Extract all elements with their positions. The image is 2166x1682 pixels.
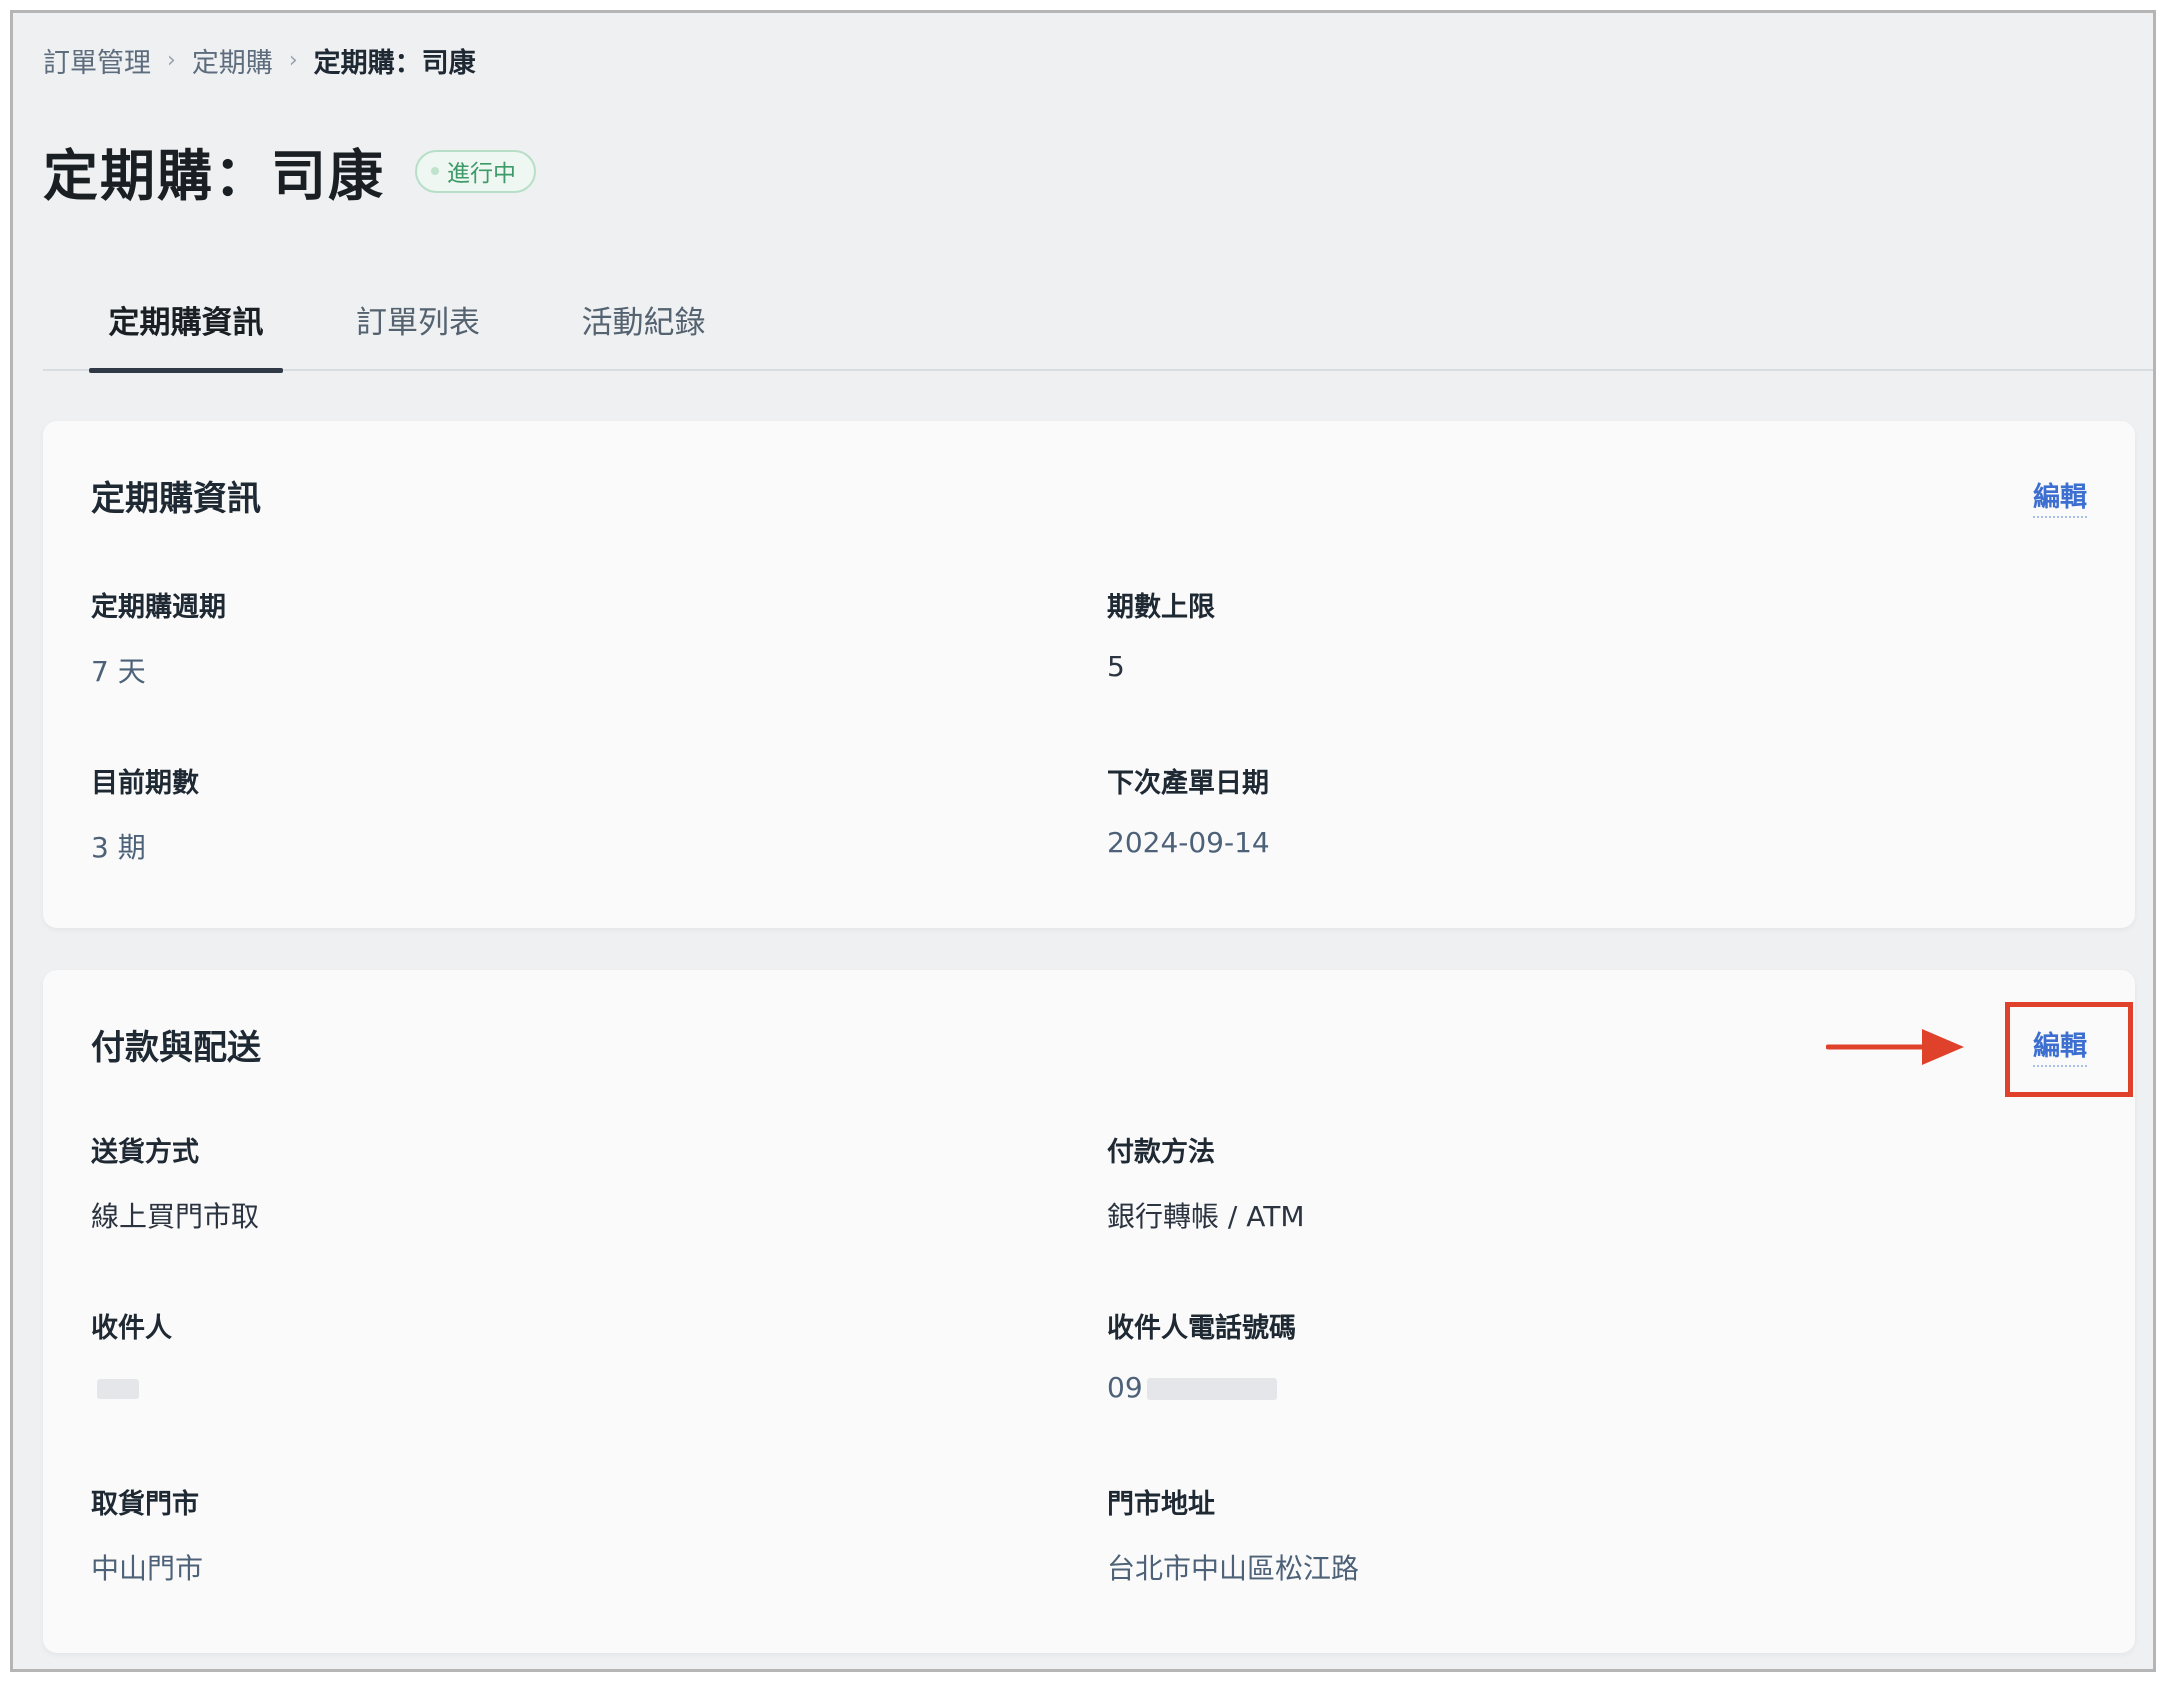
annotation-highlight-box: [2005, 1002, 2133, 1097]
field-value: 中山門市: [91, 1552, 204, 1585]
breadcrumb-item-subscriptions[interactable]: 定期購: [192, 41, 273, 80]
page-title: 定期購：司康: [43, 144, 386, 208]
field-store-address: 門市地址 台北市中山區松江路: [1107, 1482, 1359, 1587]
redacted-block: [97, 1379, 139, 1399]
status-badge-label: 進行中: [447, 161, 517, 187]
tab-bar: 定期購資訊 訂單列表 活動紀錄: [43, 268, 2153, 373]
card-title: 付款與配送: [91, 1028, 261, 1068]
chevron-right-icon: ›: [167, 48, 176, 73]
field-value: 09: [1107, 1371, 1296, 1404]
tab-activity-log[interactable]: 活動紀錄: [576, 268, 711, 371]
field-label: 取貨門市: [91, 1489, 199, 1520]
field-cycle: 定期購週期 7 天: [91, 585, 226, 690]
field-value: 2024-09-14: [1107, 826, 1270, 859]
breadcrumb-item-orders[interactable]: 訂單管理: [43, 41, 151, 80]
field-value: 3 期: [91, 831, 146, 864]
field-shipping-method: 送貨方式 線上買門市取: [91, 1130, 259, 1235]
chevron-right-icon: ›: [288, 48, 298, 73]
subscription-info-card: 定期購資訊 編輯 定期購週期 7 天 期數上限 5 目前期數 3 期 下次產單日…: [43, 421, 2135, 928]
field-current-period: 目前期數 3 期: [91, 761, 199, 866]
field-recipient: 收件人: [91, 1306, 172, 1404]
payment-shipping-card: 付款與配送 編輯 送貨方式 線上買門市取 付款方法 銀行轉帳 / ATM 收件人…: [43, 970, 2135, 1653]
field-next-order-date: 下次產單日期 2024-09-14: [1107, 761, 1270, 859]
app-window: 訂單管理 › 定期購 › 定期購：司康 定期購：司康 進行中 定期購資訊 訂單列…: [10, 10, 2156, 1672]
tab-order-list[interactable]: 訂單列表: [348, 268, 488, 371]
phone-prefix: 09: [1107, 1371, 1143, 1404]
status-badge: 進行中: [415, 149, 537, 193]
field-value: 線上買門市取: [91, 1200, 260, 1233]
field-pickup-store: 取貨門市 中山門市: [91, 1482, 203, 1587]
breadcrumb-item-current: 定期購：司康: [313, 48, 476, 79]
field-label: 送貨方式: [91, 1137, 199, 1168]
field-payment-method: 付款方法 銀行轉帳 / ATM: [1107, 1130, 1304, 1235]
field-label: 收件人電話號碼: [1107, 1313, 1296, 1344]
field-max-periods: 期數上限 5: [1107, 585, 1215, 683]
field-label: 目前期數: [91, 768, 199, 799]
field-value: 銀行轉帳 / ATM: [1107, 1200, 1305, 1233]
field-label: 期數上限: [1107, 592, 1215, 623]
edit-subscription-button[interactable]: 編輯: [2033, 475, 2087, 518]
page-header: 定期購：司康 進行中: [43, 131, 537, 211]
annotation-arrow-icon: [1826, 1029, 1964, 1065]
tab-subscription-info[interactable]: 定期購資訊: [89, 268, 283, 373]
field-recipient-phone: 收件人電話號碼 09: [1107, 1306, 1296, 1404]
field-label: 門市地址: [1107, 1489, 1215, 1520]
card-title: 定期購資訊: [91, 479, 261, 519]
status-dot-icon: [431, 167, 440, 175]
redacted-block: [1146, 1378, 1277, 1400]
field-label: 付款方法: [1107, 1137, 1215, 1168]
field-label: 下次產單日期: [1107, 768, 1269, 799]
field-value: 台北市中山區松江路: [1107, 1552, 1360, 1585]
field-value: [91, 1371, 172, 1404]
field-value: 7 天: [91, 655, 146, 688]
field-label: 定期購週期: [91, 592, 226, 623]
field-label: 收件人: [91, 1313, 172, 1344]
breadcrumb: 訂單管理 › 定期購 › 定期購：司康: [43, 41, 476, 80]
field-value: 5: [1107, 650, 1125, 683]
